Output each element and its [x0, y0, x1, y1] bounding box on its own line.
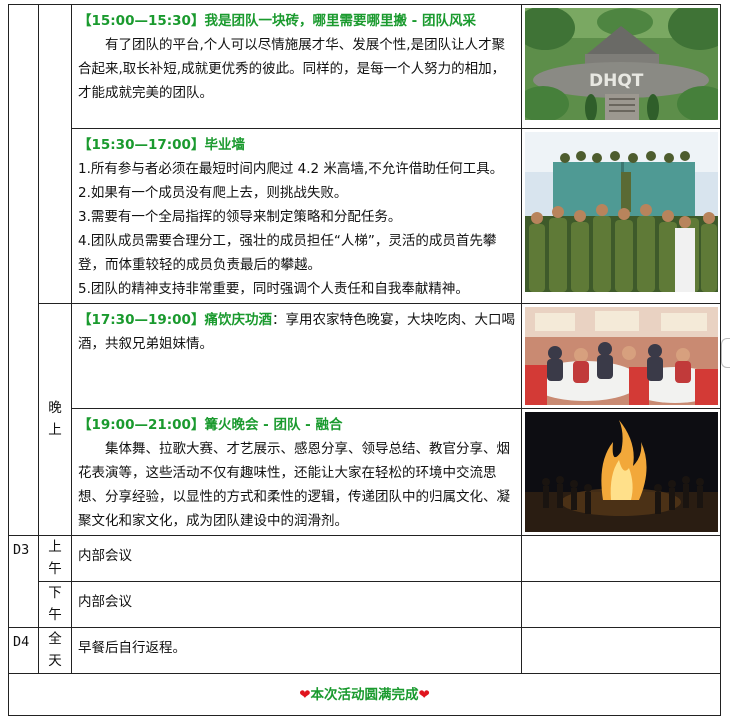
- schedule-row: 【15:00—15:30】我是团队一块砖，哪里需要哪里搬 - 团队风采 有了团队…: [8, 4, 721, 536]
- activity-cell: 【19:00—21:00】篝火晚会 - 团队 - 融合 集体舞、拉歌大赛、才艺展…: [71, 408, 522, 536]
- period-cell: 晚上: [38, 303, 72, 536]
- photo-cell: [521, 303, 721, 409]
- svg-text:DHQT: DHQT: [589, 71, 644, 91]
- schedule-row: 下午 内部会议: [9, 581, 721, 628]
- schedule-row: 【19:00—21:00】篝火晚会 - 团队 - 融合 集体舞、拉歌大赛、才艺展…: [9, 408, 721, 536]
- rule-item: 3.需要有一个全局指挥的领导来制定策略和分配任务。: [78, 209, 402, 225]
- scroll-handle[interactable]: [721, 338, 730, 368]
- empty-cell: [521, 535, 721, 582]
- schedule-table: 【15:00—15:30】我是团队一块砖，哪里需要哪里搬 - 团队风采 有了团队…: [8, 4, 721, 716]
- bonfire-photo: [525, 412, 718, 532]
- team-monument-photo: DHQT: [525, 8, 718, 120]
- activity-heading: 【15:00—15:30】我是团队一块砖，哪里需要哪里搬 - 团队风采: [78, 13, 476, 29]
- period-label: 晚上: [48, 400, 62, 438]
- schedule-row: D3 上午 内部会议: [8, 535, 721, 628]
- activity-heading: 【15:30—17:00】毕业墙: [78, 137, 245, 153]
- graduation-wall-photo: [525, 132, 718, 292]
- period-label: 上午: [48, 539, 62, 577]
- activity-cell: 内部会议: [71, 581, 522, 628]
- heart-icon: ❤: [418, 686, 430, 703]
- rule-item: 1.所有参与者必须在最短时间内爬过 4.2 米高墙,不允许借助任何工具。: [78, 161, 504, 177]
- finale-cell: ❤本次活动圆满完成❤: [8, 673, 721, 716]
- empty-cell: [521, 627, 721, 674]
- day-cell-empty: [8, 4, 39, 536]
- heart-icon: ❤: [299, 686, 311, 703]
- rule-item: 5.团队的精神支持非常重要，同时强调个人责任和自我奉献精神。: [78, 281, 469, 297]
- schedule-row: 【15:30—17:00】毕业墙 1.所有参与者必须在最短时间内爬过 4.2 米…: [9, 128, 721, 304]
- photo-cell: [521, 128, 721, 304]
- empty-cell: [521, 581, 721, 628]
- photo-cell: [521, 408, 721, 536]
- schedule-row: ❤本次活动圆满完成❤: [8, 673, 721, 716]
- schedule-row: 晚上 【17:30—19:00】痛饮庆功酒：享用农家特色晚宴，大块吃肉、大口喝酒…: [9, 303, 721, 536]
- period-label: 下午: [48, 585, 62, 623]
- finale-text: 本次活动圆满完成: [310, 686, 419, 703]
- photo-cell: DHQT: [521, 4, 721, 129]
- schedule-document: 【15:00—15:30】我是团队一块砖，哪里需要哪里搬 - 团队风采 有了团队…: [8, 4, 721, 716]
- activity-cell: 【15:00—15:30】我是团队一块砖，哪里需要哪里搬 - 团队风采 有了团队…: [71, 4, 522, 129]
- period-cell-empty: [38, 4, 72, 304]
- day-cell: D3: [8, 535, 39, 628]
- schedule-row: D4 全天 早餐后自行返程。: [8, 627, 721, 674]
- period-cell: 全天: [38, 627, 72, 674]
- period-cell: 下午: [38, 581, 72, 628]
- activity-heading: 【17:30—19:00】痛饮庆功酒: [78, 312, 272, 328]
- activity-body: 有了团队的平台,个人可以尽情施展才华、发展个性,是团队让人才聚合起来,取长补短,…: [78, 37, 506, 101]
- activity-cell: 早餐后自行返程。: [71, 627, 522, 674]
- activity-heading: 【19:00—21:00】篝火晚会 - 团队 - 融合: [78, 417, 343, 433]
- rule-item: 2.如果有一个成员没有爬上去，则挑战失败。: [78, 185, 348, 201]
- activity-body: 集体舞、拉歌大赛、才艺展示、感恩分享、领导总结、教官分享、烟花表演等，这些活动不…: [78, 441, 510, 529]
- banquet-photo: [525, 307, 718, 405]
- activity-cell: 【17:30—19:00】痛饮庆功酒：享用农家特色晚宴，大块吃肉、大口喝酒，共叙…: [71, 303, 522, 409]
- rule-item: 4.团队成员需要合理分工，强壮的成员担任“人梯”，灵活的成员首先攀登，而体重较轻…: [78, 233, 497, 273]
- activity-cell: 内部会议: [71, 535, 522, 582]
- period-cell: 上午: [38, 535, 72, 582]
- period-label: 全天: [48, 631, 62, 669]
- activity-cell: 【15:30—17:00】毕业墙 1.所有参与者必须在最短时间内爬过 4.2 米…: [71, 128, 522, 304]
- day-cell: D4: [8, 627, 39, 674]
